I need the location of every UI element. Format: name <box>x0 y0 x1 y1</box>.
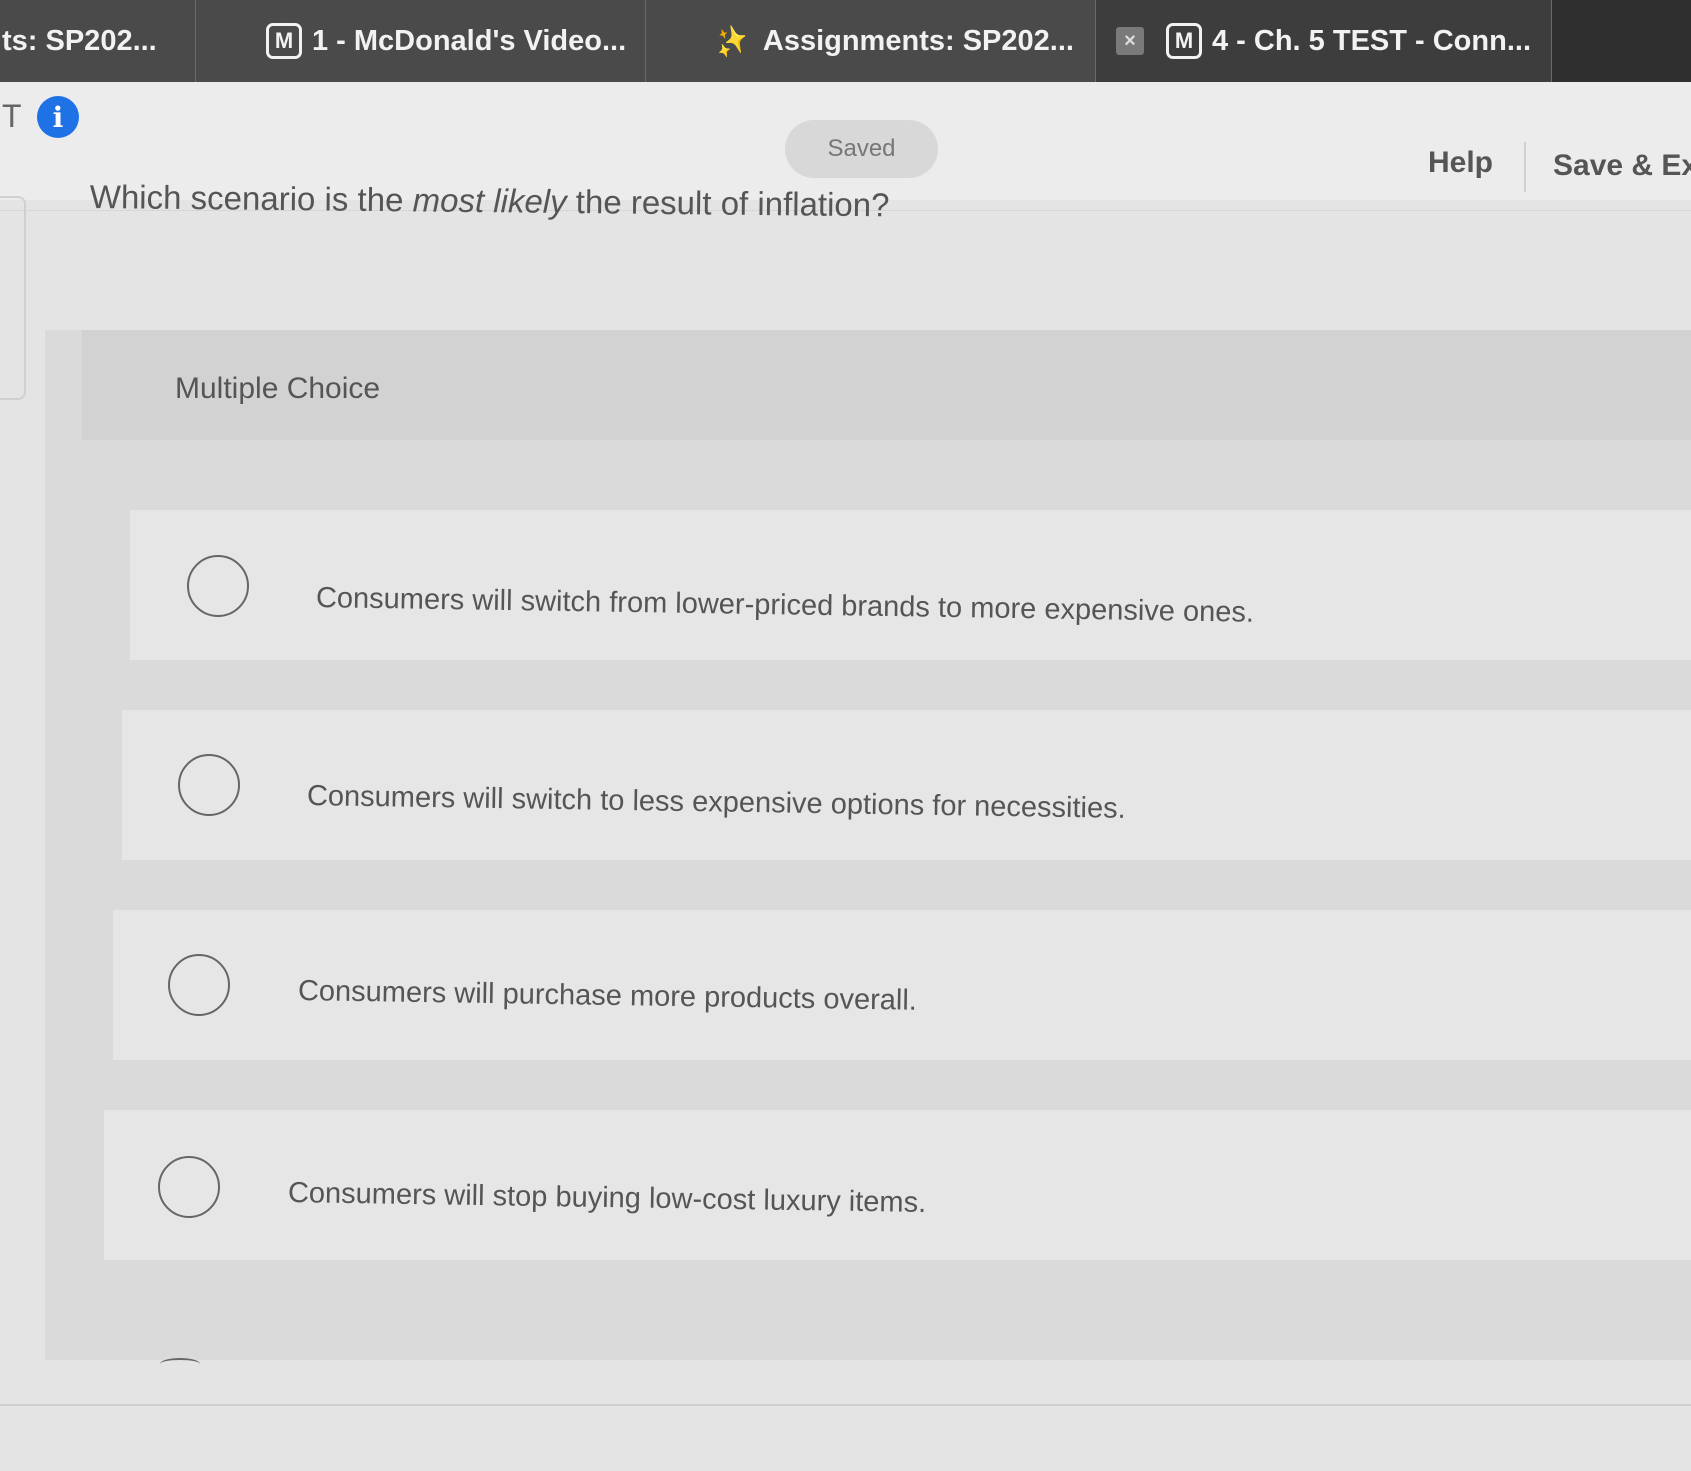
tab-ch5-test[interactable]: × M 4 - Ch. 5 TEST - Conn... <box>1096 0 1552 82</box>
radio-button[interactable] <box>187 555 249 617</box>
info-icon[interactable]: i <box>37 96 79 138</box>
tab-label: ts: SP202... <box>2 24 157 57</box>
tab-mcdonalds-video[interactable]: M 1 - McDonald's Video... <box>196 0 646 82</box>
help-button[interactable]: Help <box>1428 146 1493 180</box>
m-logo-icon: M <box>1166 23 1202 59</box>
radio-button[interactable] <box>178 754 240 816</box>
side-panel-edge <box>0 196 26 400</box>
tab-label: 1 - McDonald's Video... <box>312 24 627 57</box>
browser-tab-bar: ts: SP202... M 1 - McDonald's Video... ✨… <box>0 0 1691 82</box>
radio-button[interactable] <box>168 954 230 1016</box>
question-text-after: the result of inflation? <box>566 182 890 224</box>
footer-divider <box>0 1404 1691 1406</box>
connect-logo-icon: ✨ <box>709 20 754 62</box>
question-text-before: Which scenario is the <box>89 178 413 219</box>
radio-button[interactable] <box>158 1156 220 1218</box>
tab-label: 4 - Ch. 5 TEST - Conn... <box>1212 24 1531 57</box>
tab-bar-filler <box>1552 0 1691 82</box>
tab-assignments[interactable]: ✨ Assignments: SP202... <box>646 0 1096 82</box>
tab-label: Assignments: SP202... <box>762 24 1074 57</box>
question-prompt: Which scenario is the most likely the re… <box>90 178 890 224</box>
header-t-glyph: T <box>2 98 22 134</box>
tab-assignments-partial[interactable]: ts: SP202... <box>0 0 196 82</box>
next-radio-edge <box>160 1358 200 1370</box>
header-divider <box>1524 142 1526 192</box>
saved-status-badge: Saved <box>785 120 938 178</box>
m-logo-icon: M <box>266 23 302 59</box>
save-exit-button[interactable]: Save & Ex <box>1553 149 1691 183</box>
answer-type-label: Multiple Choice <box>175 372 381 405</box>
question-emphasis: most likely <box>412 181 567 220</box>
close-tab-icon[interactable]: × <box>1116 27 1144 55</box>
